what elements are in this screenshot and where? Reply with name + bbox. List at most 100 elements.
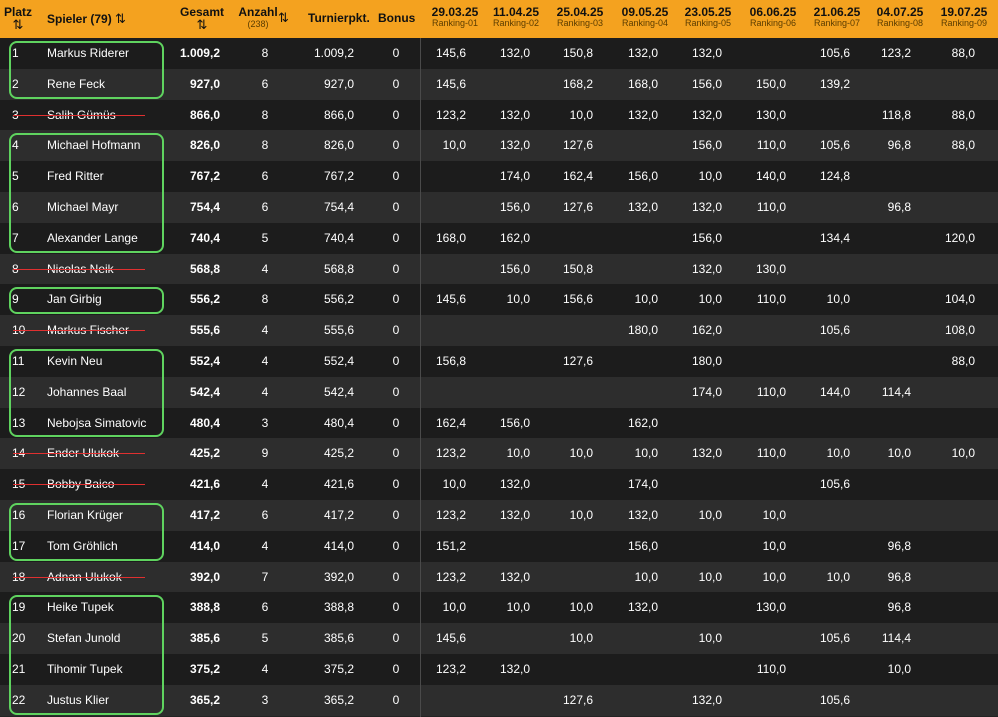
ranking-cell: 156,0 bbox=[691, 230, 722, 245]
tournament-points-cell: 927,0 bbox=[323, 76, 354, 91]
ranking-cell: 156,0 bbox=[627, 538, 658, 553]
col-ranking-header[interactable]: 21.06.25 Ranking-07 bbox=[803, 0, 871, 38]
ranking-cell: 10,0 bbox=[634, 292, 658, 307]
ranking-cell bbox=[925, 623, 975, 654]
ranking-cell: 10,0 bbox=[826, 569, 850, 584]
ranking-cell: 96,8 bbox=[887, 569, 911, 584]
ranking-cell: 114,4 bbox=[881, 384, 911, 399]
ranking-cell: 10,0 bbox=[506, 446, 530, 461]
col-ranking-header[interactable]: 25.04.25 Ranking-03 bbox=[546, 0, 614, 38]
ranking-cell bbox=[608, 685, 658, 716]
ranking-cell: 123,2 bbox=[435, 107, 466, 122]
ranking-cell: 156,8 bbox=[435, 354, 466, 368]
ranking-cell: 118,8 bbox=[881, 107, 911, 122]
ranking-cell: 132,0 bbox=[499, 662, 530, 676]
col-gesamt-header[interactable]: Gesamt ⇅ bbox=[174, 0, 230, 38]
col-ranking-header[interactable]: 11.04.25 Ranking-02 bbox=[482, 0, 550, 38]
ranking-cell: 10,0 bbox=[698, 169, 722, 184]
table-row[interactable]: 8Nicolas Neik568,84568,80156,0150,8132,0… bbox=[0, 253, 998, 285]
bonus-cell: 0 bbox=[392, 169, 400, 184]
ranking-cell: 110,0 bbox=[756, 384, 786, 399]
ranking-cell: 151,2 bbox=[435, 538, 466, 553]
ranking-cell bbox=[608, 377, 658, 408]
ranking-cell: 168,0 bbox=[627, 76, 658, 91]
table-row[interactable]: 3Salih Gümüs866,08866,00123,2132,010,013… bbox=[0, 99, 998, 131]
sort-icon[interactable]: ⇅ bbox=[174, 17, 230, 33]
ranking-cell: 139,2 bbox=[819, 76, 850, 91]
ranking-cell: 10,0 bbox=[698, 631, 722, 646]
ranking-cell bbox=[608, 254, 658, 285]
bonus-cell: 0 bbox=[392, 662, 400, 676]
ranking-cell bbox=[925, 685, 975, 716]
ranking-cell: 10,0 bbox=[698, 569, 722, 584]
sort-icon[interactable]: ⇅ bbox=[115, 11, 126, 26]
count-cell: 5 bbox=[261, 230, 269, 245]
ranking-cell bbox=[543, 531, 593, 562]
ranking-cell: 127,6 bbox=[562, 138, 593, 153]
bonus-cell: 0 bbox=[392, 261, 400, 276]
ranking-cell bbox=[861, 469, 911, 500]
ranking-cell: 132,0 bbox=[627, 508, 658, 522]
col-turnierpunkte-header[interactable]: Turnierpkt. bbox=[308, 0, 370, 38]
col-ranking-header[interactable]: 04.07.25 Ranking-08 bbox=[866, 0, 934, 38]
ranking-cell bbox=[480, 531, 530, 562]
tournament-points-cell: 1.009,2 bbox=[313, 46, 354, 60]
ranking-cell bbox=[480, 69, 530, 100]
ranking-cell: 168,2 bbox=[562, 76, 593, 91]
tournament-points-cell: 866,0 bbox=[323, 107, 354, 122]
col-ranking-header[interactable]: 09.05.25 Ranking-04 bbox=[611, 0, 679, 38]
ranking-date: 21.06.25 bbox=[813, 5, 861, 19]
ranking-cell bbox=[861, 284, 911, 315]
ranking-cell: 10,0 bbox=[569, 508, 593, 522]
table-row[interactable]: 14 Ender Ulukok 425,2 9 425,2 0 123,2 10,0 10,0 1… bbox=[0, 438, 998, 470]
count-cell: 8 bbox=[261, 107, 269, 122]
sort-icon[interactable]: ⇅ bbox=[0, 17, 36, 33]
ranking-date: 06.06.25 bbox=[749, 5, 797, 19]
col-anzahl-header[interactable]: Anzahl (238) ⇅ bbox=[238, 0, 298, 38]
table-row[interactable]: 18 Adnan Ulukok 392,0 7 392,0 0 123,2 132,0 10,0… bbox=[0, 561, 998, 593]
tournament-points-cell: 385,6 bbox=[323, 631, 354, 646]
bonus-cell: 0 bbox=[392, 230, 400, 245]
ranking-cell bbox=[416, 254, 466, 285]
table-row[interactable]: 15 Bobby Baico 421,6 4 421,6 0 10,0 132,0 174,0 1… bbox=[0, 469, 998, 501]
ranking-cell: 105,6 bbox=[819, 138, 850, 153]
ranking-cell bbox=[608, 223, 658, 254]
ranking-cell: 132,0 bbox=[499, 107, 530, 122]
tournament-points-cell: 375,2 bbox=[323, 662, 354, 676]
ranking-cell: 132,0 bbox=[499, 138, 530, 153]
col-spieler-header[interactable]: Spieler (79) ⇅ bbox=[47, 0, 157, 38]
count-cell: 8 bbox=[261, 138, 269, 153]
sort-icon[interactable]: ⇅ bbox=[278, 10, 289, 26]
col-bonus-header[interactable]: Bonus bbox=[378, 0, 415, 38]
ranking-cell: 162,0 bbox=[627, 415, 658, 430]
count-cell: 4 bbox=[261, 384, 269, 399]
ranking-cell: 162,0 bbox=[499, 230, 530, 245]
col-ranking-header[interactable]: 19.07.25 Ranking-09 bbox=[930, 0, 998, 38]
ranking-cell bbox=[800, 346, 850, 377]
ranking-label: Ranking-09 bbox=[940, 18, 988, 28]
col-ranking-header[interactable]: 29.03.25 Ranking-01 bbox=[421, 0, 489, 38]
ranking-cell: 144,0 bbox=[819, 384, 850, 399]
ranking-cell: 105,6 bbox=[819, 692, 850, 707]
highlight-group bbox=[9, 595, 164, 715]
ranking-cell: 156,0 bbox=[499, 261, 530, 276]
col-platz-header[interactable]: Platz ⇅ bbox=[0, 0, 36, 38]
ranking-cell: 10,0 bbox=[569, 600, 593, 615]
ranking-cell: 96,8 bbox=[887, 138, 911, 153]
ranking-cell: 132,0 bbox=[499, 477, 530, 492]
table-row[interactable]: 10 Markus Fischer 555,6 4 555,6 0 180,0 162,0 10… bbox=[0, 315, 998, 347]
count-cell: 6 bbox=[261, 169, 269, 184]
ranking-cell: 105,6 bbox=[819, 631, 850, 646]
col-ranking-header[interactable]: 23.05.25 Ranking-05 bbox=[674, 0, 742, 38]
count-cell: 7 bbox=[261, 569, 269, 584]
strikethrough-line bbox=[13, 330, 145, 332]
col-ranking-header[interactable]: 06.06.25 Ranking-06 bbox=[739, 0, 807, 38]
ranking-cell: 123,2 bbox=[435, 662, 466, 676]
ranking-cell bbox=[800, 654, 850, 685]
ranking-cell bbox=[543, 377, 593, 408]
ranking-cell bbox=[925, 500, 975, 531]
ranking-cell: 150,0 bbox=[755, 76, 786, 91]
ranking-cell: 150,8 bbox=[562, 46, 593, 60]
ranking-cell bbox=[861, 69, 911, 100]
ranking-cell: 134,4 bbox=[819, 230, 850, 245]
